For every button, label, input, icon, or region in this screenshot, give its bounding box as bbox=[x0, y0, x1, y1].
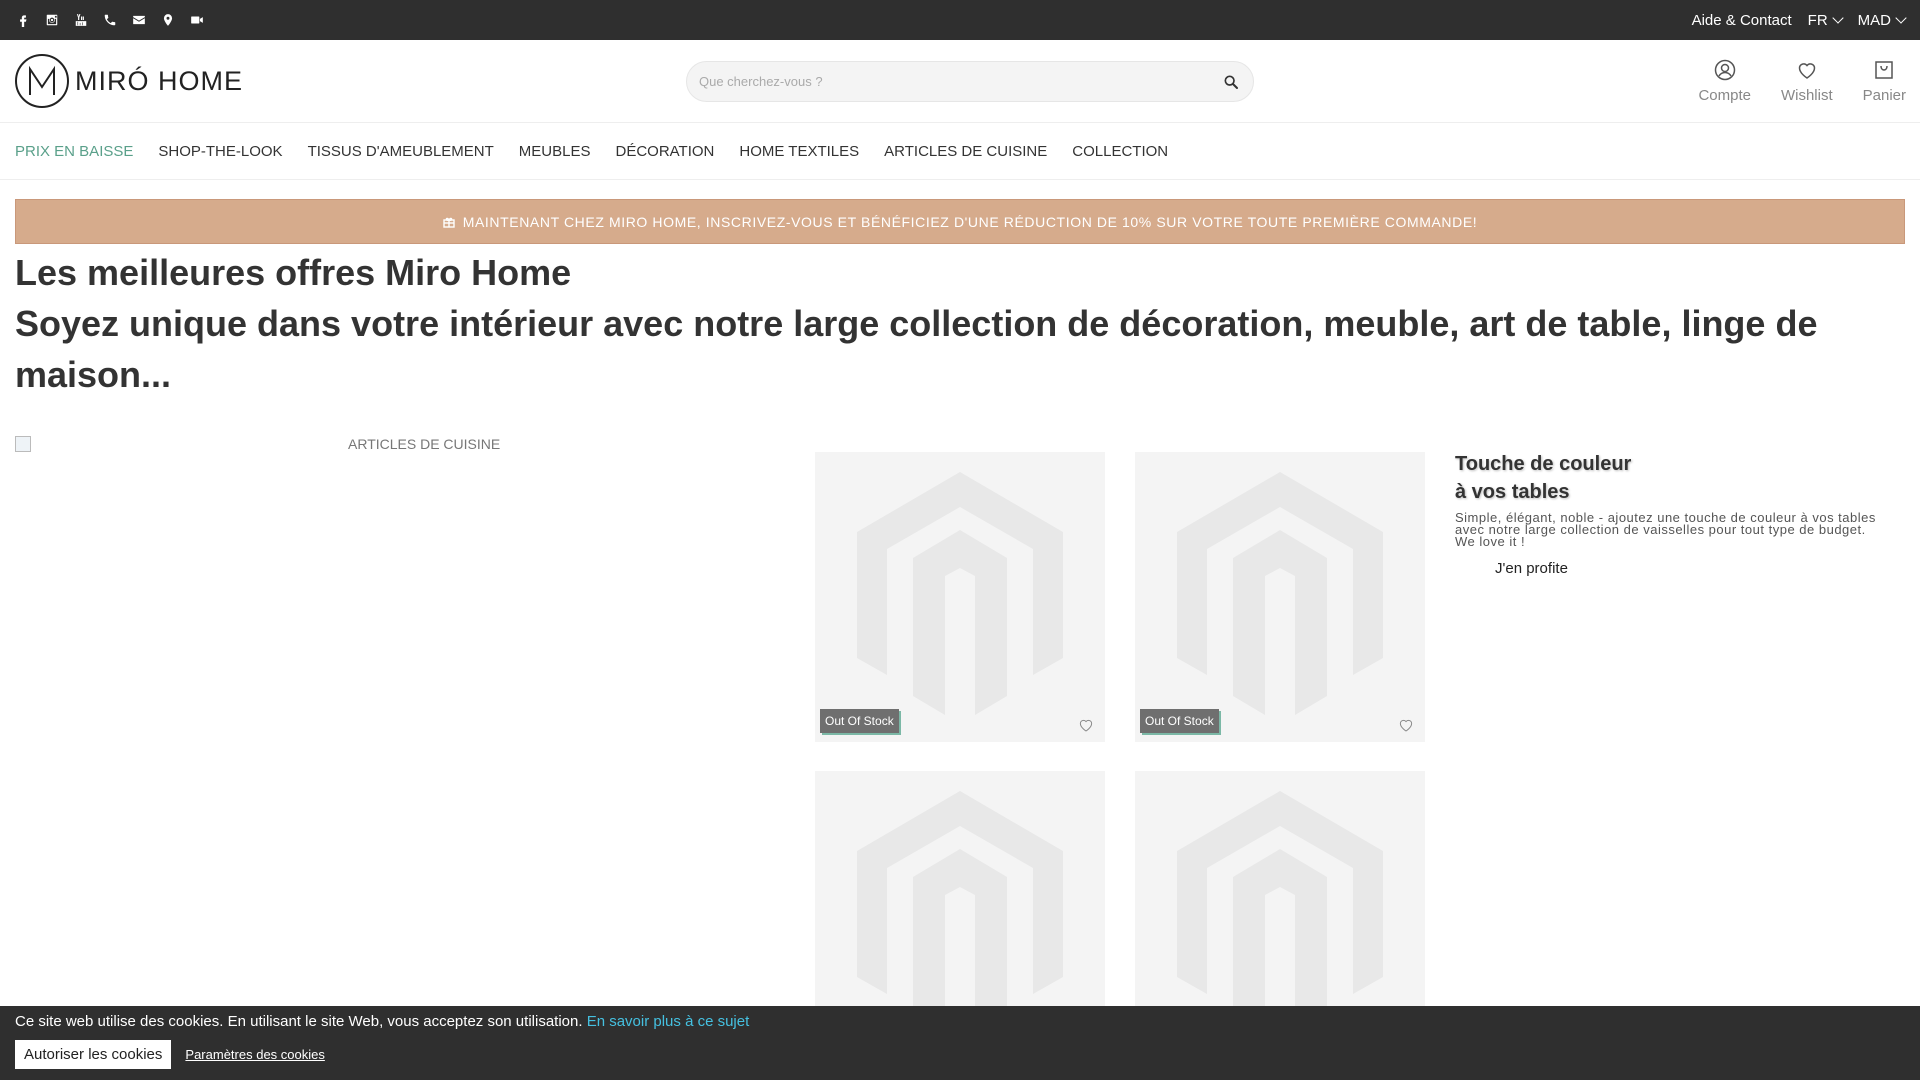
cookie-banner: Ce site web utilise des cookies. En util… bbox=[0, 1006, 1920, 1080]
heart-icon bbox=[1079, 719, 1093, 732]
cart-button[interactable]: Panier bbox=[1863, 58, 1906, 104]
product-placeholder-icon bbox=[857, 472, 1063, 715]
nav-item-collection[interactable]: COLLECTION bbox=[1072, 143, 1168, 160]
site-header: MIRÓ HOME Compte Wishlist Panier bbox=[0, 40, 1920, 123]
chevron-down-icon bbox=[1895, 12, 1907, 24]
page-subtitle: Soyez unique dans votre intérieur avec n… bbox=[15, 303, 1818, 395]
content-area: ARTICLES DE CUISINE Out Of Stock Out Of … bbox=[0, 400, 1920, 1061]
category-banner-image[interactable]: ARTICLES DE CUISINE bbox=[15, 436, 500, 452]
heart-icon bbox=[1399, 719, 1413, 732]
logo-text: MIRÓ HOME bbox=[75, 65, 243, 96]
out-of-stock-badge: Out Of Stock bbox=[1140, 709, 1219, 733]
help-contact-link[interactable]: Aide & Contact bbox=[1692, 12, 1792, 29]
collection-promo-title: Touche de couleur à vos tables bbox=[1455, 450, 1885, 506]
gift-icon bbox=[443, 217, 455, 228]
currency-selector[interactable]: MAD bbox=[1857, 11, 1907, 29]
product-placeholder-icon bbox=[1177, 791, 1383, 1034]
add-to-wishlist-button[interactable] bbox=[1077, 716, 1095, 734]
nav-item-prix-en-baisse[interactable]: PRIX EN BAISSE bbox=[15, 143, 133, 160]
cookie-actions: Autoriser les cookies Paramètres des coo… bbox=[15, 1040, 1905, 1069]
account-label: Compte bbox=[1698, 87, 1751, 104]
chevron-down-icon bbox=[1831, 12, 1844, 24]
currency-value: MAD bbox=[1857, 11, 1891, 29]
add-to-wishlist-button[interactable] bbox=[1397, 716, 1415, 734]
cookie-learn-more-link[interactable]: En savoir plus à ce sujet bbox=[587, 1013, 750, 1030]
nav-item-decoration[interactable]: DÉCORATION bbox=[616, 143, 715, 160]
out-of-stock-badge: Out Of Stock bbox=[820, 709, 899, 733]
topbar-right: Aide & Contact FR MAD bbox=[1692, 11, 1907, 29]
heart-icon bbox=[1798, 63, 1816, 79]
cookie-message: Ce site web utilise des cookies. En util… bbox=[15, 1013, 1905, 1030]
page-title: Les meilleures offres Miro Home bbox=[15, 252, 572, 293]
video-icon[interactable] bbox=[189, 13, 204, 28]
search-input[interactable] bbox=[699, 74, 1221, 89]
collection-promo-cta[interactable]: J'en profite bbox=[1495, 560, 1568, 577]
facebook-icon[interactable] bbox=[15, 13, 30, 28]
collection-promo-description: Simple, élégant, noble - ajoutez une tou… bbox=[1455, 510, 1876, 549]
allow-cookies-button[interactable]: Autoriser les cookies bbox=[15, 1040, 172, 1069]
nav-item-tissus[interactable]: TISSUS D'AMEUBLEMENT bbox=[308, 143, 494, 160]
category-banner-alt: ARTICLES DE CUISINE bbox=[348, 436, 501, 452]
cookie-settings-link[interactable]: Paramètres des cookies bbox=[185, 1047, 324, 1062]
promo-text: MAINTENANT CHEZ MIRO HOME, INSCRIVEZ-VOU… bbox=[462, 213, 1478, 230]
shopping-bag-icon bbox=[1875, 61, 1894, 79]
language-selector[interactable]: FR bbox=[1807, 11, 1844, 29]
product-card[interactable]: Out Of Stock bbox=[1135, 452, 1425, 742]
product-placeholder-icon bbox=[1177, 472, 1383, 715]
social-links bbox=[15, 13, 204, 28]
cookie-message-text: Ce site web utilise des cookies. En util… bbox=[15, 1013, 583, 1030]
wishlist-label: Wishlist bbox=[1780, 87, 1833, 104]
logo[interactable]: MIRÓ HOME bbox=[15, 54, 243, 108]
language-value: FR bbox=[1807, 11, 1828, 29]
top-bar: Aide & Contact FR MAD bbox=[0, 0, 1920, 40]
product-card[interactable]: Out Of Stock bbox=[815, 452, 1105, 742]
search-button[interactable] bbox=[1221, 72, 1241, 92]
promo-banner[interactable]: MAINTENANT CHEZ MIRO HOME, INSCRIVEZ-VOU… bbox=[15, 199, 1905, 244]
account-button[interactable]: Compte bbox=[1698, 58, 1751, 104]
mail-icon[interactable] bbox=[131, 13, 146, 28]
headline-section: Les meilleures offres Miro Home Soyez un… bbox=[0, 244, 1920, 400]
product-placeholder-icon bbox=[857, 791, 1063, 1034]
search-icon bbox=[1224, 75, 1238, 89]
collection-promo: Touche de couleur à vos tables Simple, é… bbox=[1455, 450, 1885, 578]
logo-mark-icon bbox=[15, 54, 69, 108]
cart-label: Panier bbox=[1862, 87, 1906, 104]
collection-promo-title-line2: à vos tables bbox=[1455, 481, 1570, 503]
broken-image-icon bbox=[15, 436, 31, 452]
youtube-icon[interactable] bbox=[73, 13, 88, 28]
collection-promo-title-line1: Touche de couleur bbox=[1455, 453, 1632, 475]
phone-icon[interactable] bbox=[102, 13, 117, 28]
user-icon bbox=[1714, 59, 1735, 81]
map-pin-icon[interactable] bbox=[160, 13, 175, 28]
header-actions: Compte Wishlist Panier bbox=[1698, 58, 1906, 104]
nav-item-articles-cuisine[interactable]: ARTICLES DE CUISINE bbox=[884, 143, 1047, 160]
nav-item-meubles[interactable]: MEUBLES bbox=[519, 143, 591, 160]
search-bar bbox=[686, 61, 1254, 102]
main-nav: PRIX EN BAISSE SHOP-THE-LOOK TISSUS D'AM… bbox=[0, 123, 1920, 180]
nav-item-shop-the-look[interactable]: SHOP-THE-LOOK bbox=[158, 143, 282, 160]
nav-item-home-textiles[interactable]: HOME TEXTILES bbox=[739, 143, 859, 160]
wishlist-button[interactable]: Wishlist bbox=[1781, 58, 1833, 104]
instagram-icon[interactable] bbox=[44, 13, 59, 28]
